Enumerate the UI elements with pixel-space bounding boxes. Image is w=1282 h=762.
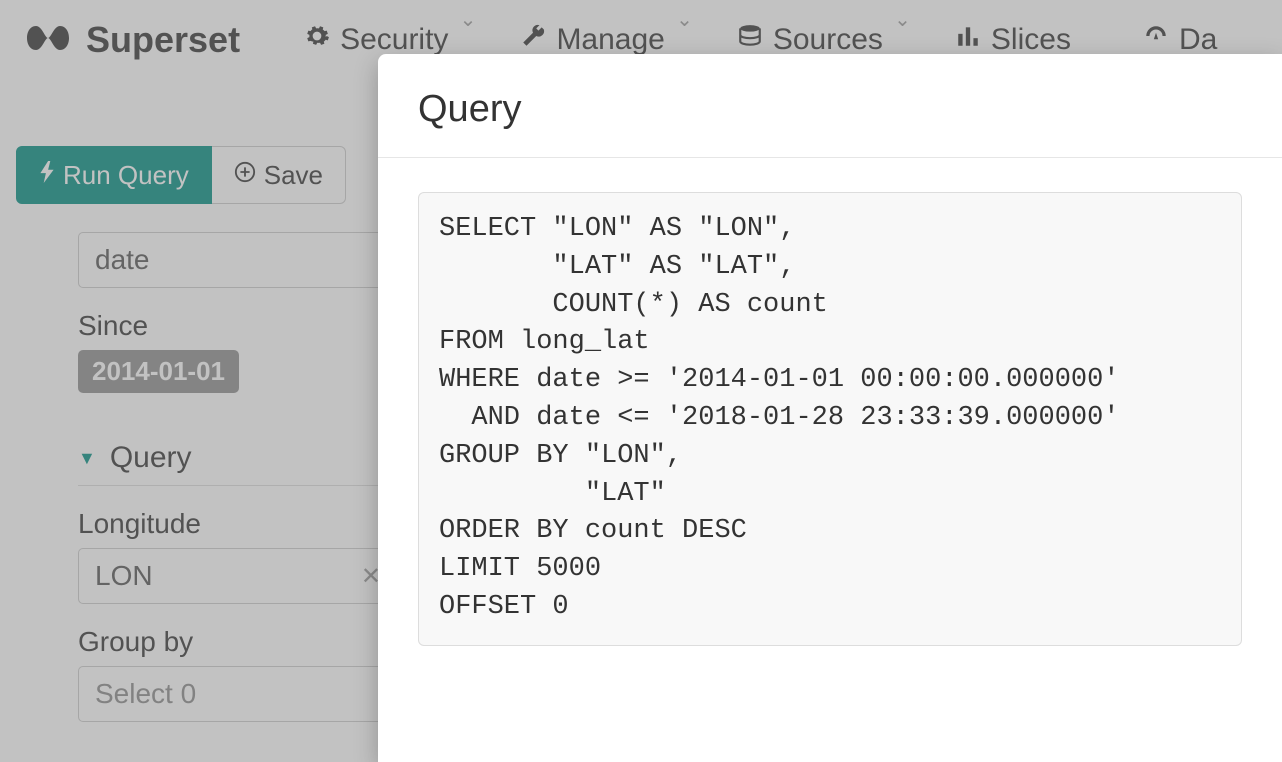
query-modal: Query SELECT "LON" AS "LON", "LAT" AS "L… <box>378 54 1282 762</box>
sql-code[interactable]: SELECT "LON" AS "LON", "LAT" AS "LAT", C… <box>418 192 1242 646</box>
modal-title: Query <box>378 54 1282 158</box>
modal-body: SELECT "LON" AS "LON", "LAT" AS "LAT", C… <box>378 158 1282 680</box>
